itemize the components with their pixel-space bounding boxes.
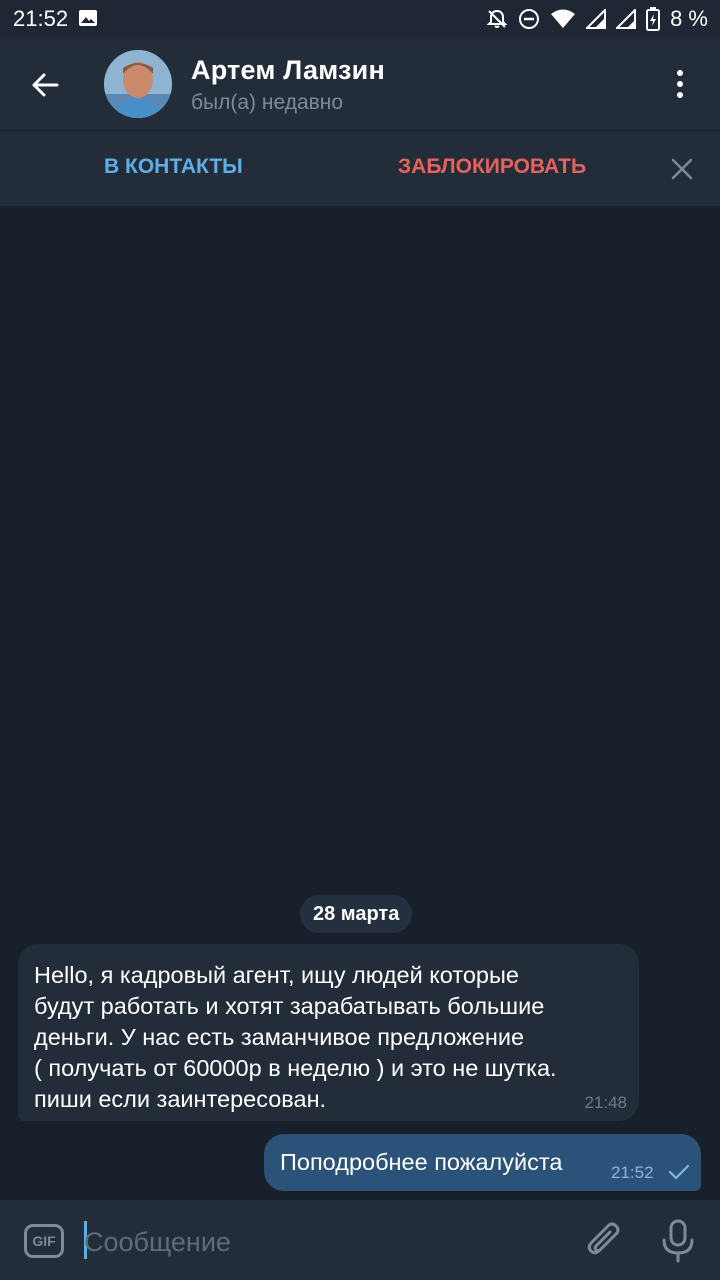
close-icon[interactable] [670, 157, 694, 181]
chat-area[interactable]: 28 марта Hello, я кадровый агент, ищу лю… [0, 206, 720, 1200]
date-separator: 28 марта [300, 895, 413, 933]
message-time: 21:48 [584, 1093, 627, 1112]
message-input-bar: GIF [0, 1200, 720, 1280]
gif-label: GIF [32, 1233, 56, 1249]
avatar[interactable] [104, 50, 172, 118]
chat-header[interactable]: Артем Ламзин был(а) недавно [0, 38, 720, 130]
contact-action-bar: В КОНТАКТЫ ЗАБЛОКИРОВАТЬ [0, 130, 720, 206]
status-time: 21:52 [13, 6, 69, 31]
arrow-left-icon [32, 73, 59, 97]
more-vertical-icon [677, 70, 683, 76]
microphone-icon[interactable] [658, 1218, 698, 1264]
message-bubble-incoming[interactable]: Hello, я кадровый агент, ищу людей котор… [18, 944, 639, 1121]
message-bubble-outgoing[interactable]: Поподробнее пожалуйста 21:52 [264, 1134, 701, 1191]
status-bar: 21:52 8 % [0, 0, 720, 38]
add-contact-button[interactable]: В КОНТАКТЫ [104, 155, 243, 179]
wifi-icon [550, 8, 576, 30]
back-button[interactable] [20, 60, 70, 110]
message-text: Поподробнее пожалуйста [280, 1149, 563, 1175]
block-user-button[interactable]: ЗАБЛОКИРОВАТЬ [398, 155, 586, 179]
date-separator-label: 28 марта [313, 902, 400, 925]
image-icon [78, 8, 98, 33]
contact-status: был(а) недавно [191, 91, 344, 114]
battery-icon [646, 7, 661, 31]
do-not-disturb-icon [518, 8, 540, 30]
paperclip-icon[interactable] [584, 1220, 624, 1262]
signal-icon [586, 9, 607, 29]
more-menu-button[interactable] [660, 64, 700, 104]
status-icons: 8 % [486, 6, 708, 32]
message-input[interactable] [84, 1220, 564, 1264]
contact-name[interactable]: Артем Ламзин [191, 55, 385, 86]
battery-percent: 8 % [670, 6, 708, 31]
signal-icon [616, 9, 637, 29]
bell-off-icon [486, 8, 508, 30]
gif-button[interactable]: GIF [24, 1224, 64, 1258]
message-time: 21:52 [611, 1163, 654, 1182]
check-icon [668, 1164, 690, 1180]
message-text: Hello, я кадровый агент, ищу людей котор… [34, 962, 557, 1112]
